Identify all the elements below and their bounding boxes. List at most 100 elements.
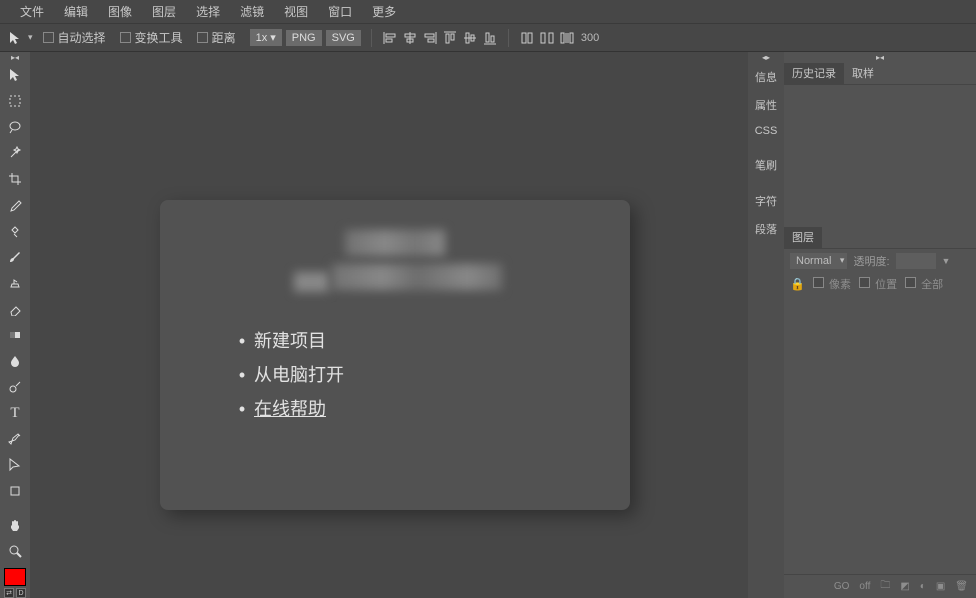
gradient-tool[interactable] (0, 322, 30, 348)
export-svg-button[interactable]: SVG (326, 30, 361, 46)
magic-wand-tool[interactable] (0, 140, 30, 166)
snap-value[interactable]: 300 (581, 32, 599, 44)
history-tab[interactable]: 历史记录 (784, 63, 844, 85)
menu-bar: 文件 编辑 图像 图层 选择 滤镜 视图 窗口 更多 (0, 0, 976, 24)
align-top-icon[interactable] (442, 30, 458, 46)
shape-tool[interactable] (0, 478, 30, 504)
panel-tab-info[interactable]: 信息 (748, 63, 784, 91)
transform-tool-checkbox[interactable]: 变换工具 (120, 29, 183, 46)
export-png-button[interactable]: PNG (286, 30, 322, 46)
menu-file[interactable]: 文件 (10, 0, 54, 24)
move-tool-cursor-icon (8, 31, 24, 45)
transform-tool-label: 变换工具 (135, 29, 183, 46)
foreground-color-swatch[interactable] (4, 568, 26, 586)
right-panels: ◂▸ 信息 属性 CSS 笔刷 字符 段落 ▸◂ 历史记录 取样 图层 Norm… (748, 52, 976, 598)
panel-collapse-icon[interactable]: ▸◂ (784, 52, 976, 63)
distance-checkbox[interactable]: 距离 (197, 29, 236, 46)
scale-select[interactable]: 1x ▾ (250, 29, 282, 46)
welcome-subtitle-blurred (332, 264, 502, 290)
separator (508, 29, 509, 47)
hand-tool[interactable] (0, 512, 30, 538)
collapsed-panel-tabs: ◂▸ 信息 属性 CSS 笔刷 字符 段落 (748, 52, 784, 598)
distribute-b-icon[interactable] (539, 30, 555, 46)
distribute-gap-icon[interactable] (559, 30, 575, 46)
align-center-v-icon[interactable] (462, 30, 478, 46)
blend-mode-select[interactable]: Normal (790, 253, 847, 269)
panel-tab-css[interactable]: CSS (748, 119, 784, 143)
toolbar-collapse-icon[interactable]: ▸◂ (0, 52, 30, 62)
lock-position-checkbox[interactable]: 位置 (859, 276, 897, 292)
panel-collapse-icon[interactable]: ◂▸ (748, 52, 784, 63)
panel-tab-character[interactable]: 字符 (748, 187, 784, 215)
swap-colors-icon[interactable]: ⇄ (4, 588, 14, 598)
distance-label: 距离 (212, 29, 236, 46)
folder-icon[interactable]: 🗀 (880, 578, 890, 595)
layers-list-empty (784, 295, 976, 574)
auto-select-checkbox[interactable]: 自动选择 (43, 29, 106, 46)
brush-tool[interactable] (0, 244, 30, 270)
layers-panel-header: 图层 (784, 227, 976, 249)
heal-tool[interactable] (0, 218, 30, 244)
welcome-open-from-computer[interactable]: 从电脑打开 (254, 358, 344, 392)
lock-icon: 🔒 (790, 277, 805, 291)
eraser-tool[interactable] (0, 296, 30, 322)
welcome-new-project[interactable]: 新建项目 (254, 324, 326, 358)
lock-all-checkbox[interactable]: 全部 (905, 276, 943, 292)
go-button[interactable]: GO (834, 581, 850, 592)
layers-footer: GO off 🗀 ◩ ◐ ▣ 🗑 (784, 574, 976, 598)
layers-panel-body: Normal 透明度: ▼ 🔒 像素 位置 全部 GO off 🗀 ◩ (784, 249, 976, 598)
tool-dropdown-icon[interactable]: ▾ (28, 32, 33, 43)
auto-select-label: 自动选择 (58, 29, 106, 46)
history-panel-body (784, 85, 976, 227)
align-bottom-icon[interactable] (482, 30, 498, 46)
distribute-a-icon[interactable] (519, 30, 535, 46)
menu-filter[interactable]: 滤镜 (230, 0, 274, 24)
zoom-tool[interactable] (0, 538, 30, 564)
pen-tool[interactable] (0, 426, 30, 452)
welcome-title-blurred (345, 230, 445, 256)
eyedropper-tool[interactable] (0, 192, 30, 218)
mask-icon[interactable]: ◩ (900, 581, 909, 592)
layers-tab[interactable]: 图层 (784, 227, 822, 249)
marquee-tool[interactable] (0, 88, 30, 114)
canvas-area: 新建项目 从电脑打开 在线帮助 (30, 52, 748, 598)
menu-edit[interactable]: 编辑 (54, 0, 98, 24)
trash-icon[interactable]: 🗑 (955, 581, 968, 592)
dodge-tool[interactable] (0, 374, 30, 400)
path-select-tool[interactable] (0, 452, 30, 478)
separator (371, 29, 372, 47)
lasso-tool[interactable] (0, 114, 30, 140)
menu-image[interactable]: 图像 (98, 0, 142, 24)
lock-pixels-checkbox[interactable]: 像素 (813, 276, 851, 292)
menu-more[interactable]: 更多 (362, 0, 406, 24)
menu-window[interactable]: 窗口 (318, 0, 362, 24)
type-tool[interactable]: T (0, 400, 30, 426)
left-toolbar: ▸◂ T ⇄ D (0, 52, 30, 598)
panel-tab-paragraph[interactable]: 段落 (748, 215, 784, 243)
welcome-links: 新建项目 从电脑打开 在线帮助 (230, 324, 560, 426)
off-button[interactable]: off (859, 581, 870, 592)
default-colors-icon[interactable]: D (16, 588, 26, 598)
panel-tab-brush[interactable]: 笔刷 (748, 151, 784, 179)
welcome-subtitle-blurred (294, 272, 329, 292)
align-center-h-icon[interactable] (402, 30, 418, 46)
welcome-panel: 新建项目 从电脑打开 在线帮助 (160, 200, 630, 510)
welcome-online-help[interactable]: 在线帮助 (254, 392, 326, 426)
opacity-dropdown-icon[interactable]: ▼ (942, 256, 951, 266)
align-left-icon[interactable] (382, 30, 398, 46)
move-tool[interactable] (0, 62, 30, 88)
menu-layer[interactable]: 图层 (142, 0, 186, 24)
menu-view[interactable]: 视图 (274, 0, 318, 24)
new-layer-icon[interactable]: ▣ (936, 581, 945, 592)
menu-select[interactable]: 选择 (186, 0, 230, 24)
crop-tool[interactable] (0, 166, 30, 192)
opacity-input[interactable] (896, 253, 936, 269)
opacity-label: 透明度: (853, 253, 889, 269)
adjustment-icon[interactable]: ◐ (920, 581, 926, 592)
panel-tab-properties[interactable]: 属性 (748, 91, 784, 119)
options-bar: ▾ 自动选择 变换工具 距离 1x ▾ PNG SVG 300 (0, 24, 976, 52)
clone-stamp-tool[interactable] (0, 270, 30, 296)
swatches-tab[interactable]: 取样 (844, 63, 882, 85)
align-right-icon[interactable] (422, 30, 438, 46)
blur-tool[interactable] (0, 348, 30, 374)
